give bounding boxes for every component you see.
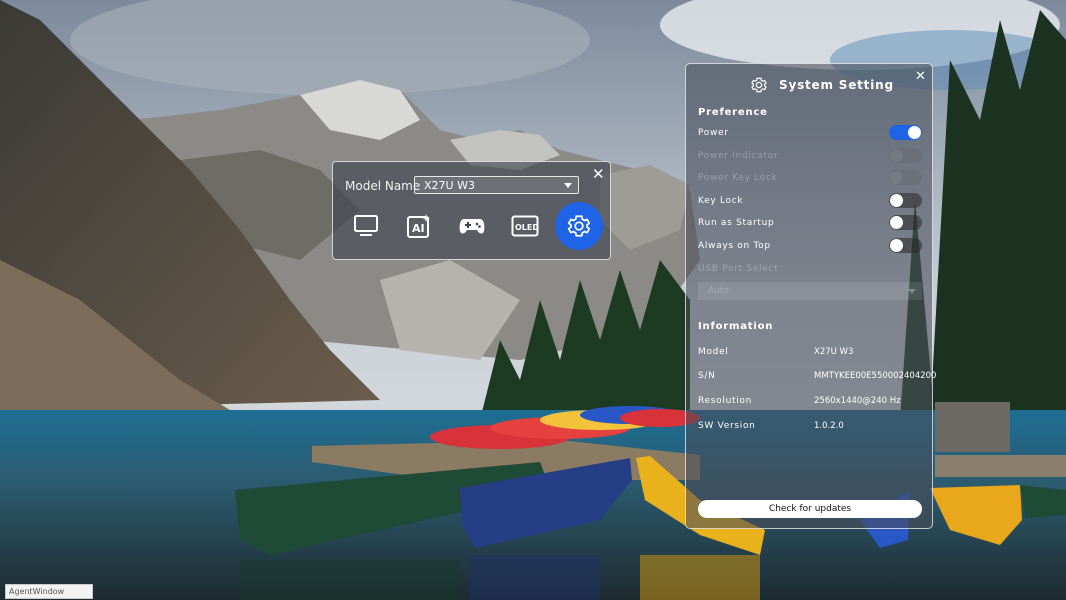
model-selector-panel: Model Name X27U W3 ✕ AI OLED — [332, 161, 611, 260]
toggle-knob — [890, 194, 903, 207]
usb-port-value: Auto — [708, 286, 729, 296]
ai-icon[interactable]: AI — [399, 206, 439, 246]
monitor-icon[interactable] — [346, 206, 386, 246]
power-indicator-toggle — [889, 148, 922, 163]
model-name-value: X27U W3 — [424, 179, 475, 192]
info-key-resolution: Resolution — [698, 396, 753, 406]
information-heading: Information — [698, 321, 774, 332]
model-name-dropdown[interactable]: X27U W3 — [414, 176, 579, 194]
pref-label-power-indicator: Power Indicator — [698, 151, 779, 161]
power-toggle[interactable] — [889, 125, 922, 140]
toggle-knob — [890, 239, 903, 252]
toggle-knob — [890, 149, 903, 162]
usb-port-dropdown: Auto — [698, 282, 922, 300]
info-value-sn: MMTYKEE00E550002404200 — [814, 371, 937, 381]
usb-port-select-label: USB Port Select — [698, 264, 779, 274]
model-name-label: Model Name — [345, 179, 421, 193]
pref-label-power: Power — [698, 128, 729, 138]
info-key-sn: S/N — [698, 371, 716, 381]
agent-window-taskbar-item[interactable]: AgentWindow — [5, 584, 93, 599]
pref-label-always-on-top: Always on Top — [698, 241, 771, 251]
chevron-down-icon — [564, 183, 572, 188]
oled-icon-text: OLED — [515, 223, 539, 232]
toggle-knob — [908, 126, 921, 139]
info-key-sw-version: SW Version — [698, 421, 756, 431]
system-setting-panel: System Setting ✕ Preference Power Power … — [685, 63, 937, 529]
settings-gear-icon — [750, 76, 768, 98]
run-as-startup-toggle[interactable] — [889, 215, 922, 230]
preference-heading: Preference — [698, 107, 768, 118]
pref-label-run-as-startup: Run as Startup — [698, 218, 775, 228]
oled-icon[interactable]: OLED — [505, 206, 545, 246]
gamepad-icon[interactable] — [452, 206, 492, 246]
chevron-down-icon — [908, 289, 916, 294]
power-key-lock-toggle — [889, 170, 922, 185]
always-on-top-toggle[interactable] — [889, 238, 922, 253]
system-setting-title: System Setting — [779, 78, 894, 92]
info-value-model: X27U W3 — [814, 347, 854, 357]
toggle-knob — [890, 171, 903, 184]
check-for-updates-button[interactable]: Check for updates — [698, 500, 922, 518]
info-value-sw-version: 1.0.2.0 — [814, 421, 844, 431]
pref-label-power-key-lock: Power Key Lock — [698, 173, 778, 183]
info-value-resolution: 2560x1440@240 Hz — [814, 396, 901, 406]
toggle-knob — [890, 216, 903, 229]
info-key-model: Model — [698, 347, 729, 357]
close-icon[interactable]: ✕ — [592, 167, 605, 182]
ai-icon-text: AI — [412, 222, 425, 235]
gear-icon[interactable] — [555, 202, 603, 250]
key-lock-toggle[interactable] — [889, 193, 922, 208]
close-icon[interactable]: ✕ — [915, 70, 926, 83]
pref-label-key-lock: Key Lock — [698, 196, 744, 206]
